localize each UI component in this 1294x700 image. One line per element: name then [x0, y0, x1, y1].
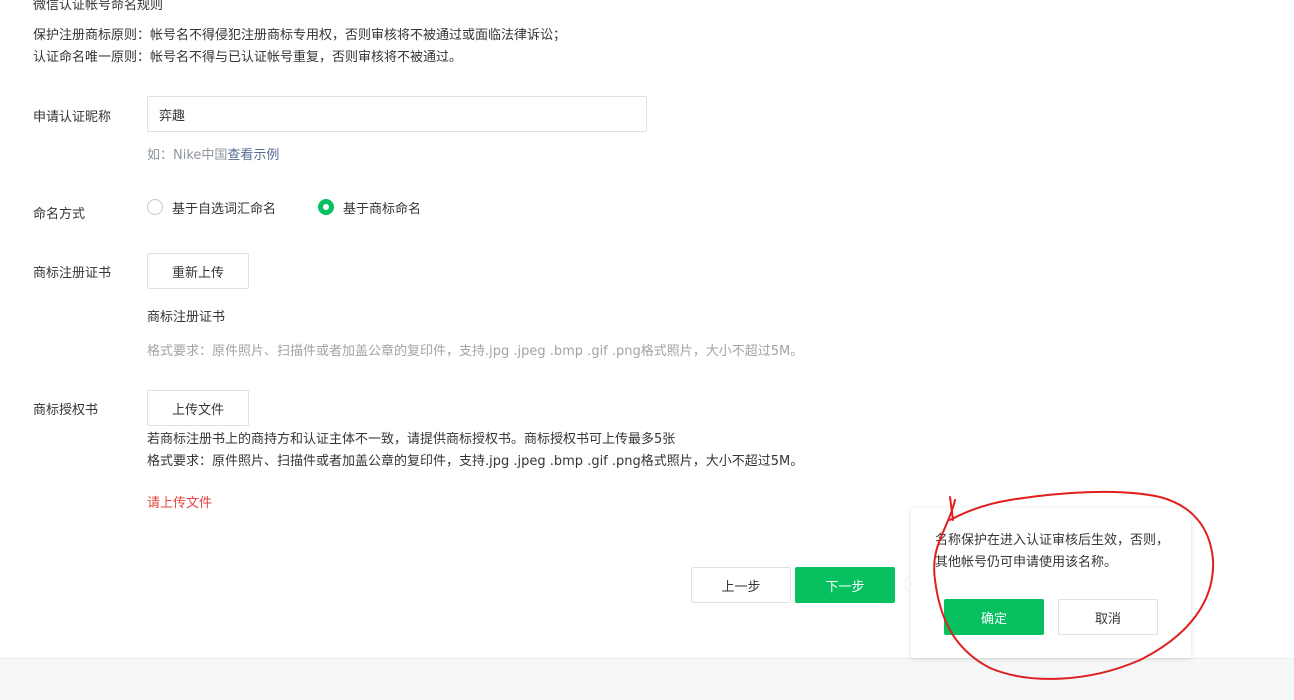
nickname-hint: 如：Nike中国查看示例 [147, 144, 279, 163]
radio-custom-words[interactable] [147, 199, 163, 215]
trademark-auth-desc: 若商标注册书上的商持方和认证主体不一致，请提供商标授权书。商标授权书可上传最多5… [147, 432, 676, 447]
trademark-auth-format: 格式要求：原件照片、扫描件或者加盖公章的复印件，支持.jpg .jpeg .bm… [147, 454, 804, 469]
radio-trademark-label[interactable]: 基于商标命名 [343, 198, 421, 217]
popover-message: 名称保护在进入认证审核后生效，否则，其他帐号仍可申请使用该名称。 [935, 533, 1170, 570]
nickname-label: 申请认证昵称 [33, 110, 112, 125]
upload-file-button[interactable]: 上传文件 [147, 390, 249, 426]
trademark-protection-rule: 保护注册商标原则：帐号名不得侵犯注册商标专用权，否则审核将不被通过或面临法律诉讼… [33, 28, 567, 43]
footer-background [0, 658, 1294, 700]
nickname-hint-example: 如：Nike中国 [147, 148, 228, 163]
trademark-auth-label: 商标授权书 [33, 403, 99, 418]
naming-method-label: 命名方式 [33, 207, 86, 222]
radio-custom-words-label[interactable]: 基于自选词汇命名 [172, 198, 276, 217]
reupload-button[interactable]: 重新上传 [147, 253, 249, 289]
popover-cancel-button[interactable]: 取消 [1058, 599, 1158, 635]
trademark-cert-file[interactable]: 商标注册证书 [147, 306, 225, 325]
radio-trademark[interactable] [318, 199, 334, 215]
prev-step-button[interactable]: 上一步 [691, 567, 791, 603]
confirm-popover: 名称保护在进入认证审核后生效，否则，其他帐号仍可申请使用该名称。 确定 取消 [911, 508, 1191, 658]
popover-arrow [903, 576, 911, 592]
view-example-link[interactable]: 查看示例 [227, 148, 279, 163]
unique-name-rule: 认证命名唯一原则：帐号名不得与已认证帐号重复，否则审核将不被通过。 [33, 50, 463, 65]
upload-error-message: 请上传文件 [147, 496, 213, 511]
trademark-cert-format: 格式要求：原件照片、扫描件或者加盖公章的复印件，支持.jpg .jpeg .bm… [147, 344, 804, 359]
next-step-button[interactable]: 下一步 [795, 567, 895, 603]
popover-confirm-button[interactable]: 确定 [944, 599, 1044, 635]
naming-rules-title: 微信认证帐号命名规则 [33, 0, 164, 13]
nickname-input[interactable] [147, 96, 647, 132]
trademark-cert-label: 商标注册证书 [33, 266, 112, 281]
